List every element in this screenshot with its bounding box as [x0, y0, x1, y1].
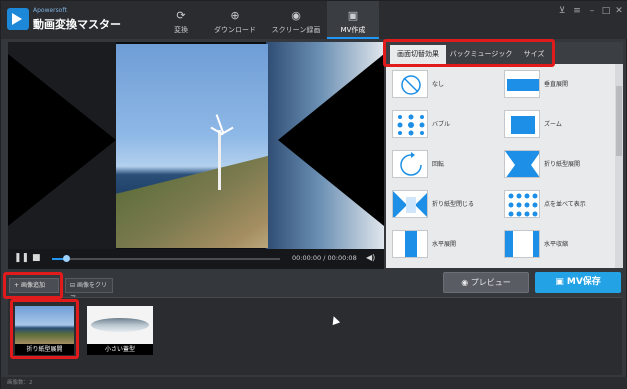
effect-bubble[interactable]: バブル	[386, 106, 496, 144]
highlight-box-add	[3, 272, 63, 299]
vertical-open-icon	[504, 70, 540, 98]
tab-screen-record[interactable]: ◉ スクリーン録画	[266, 1, 326, 39]
tab-convert[interactable]: ⟳ 変換	[161, 1, 201, 39]
scrollbar-thumb[interactable]	[616, 86, 622, 156]
close-icon[interactable]: ✕	[612, 5, 626, 17]
player-controls: ❚❚ ■ 00:00:00 / 00:00:08 ◀)	[8, 249, 384, 269]
effect-label: 折り紙型展開	[544, 161, 581, 168]
app-window: Apowersoft 動画変換マスター ⟳ 変換 ⊕ ダウンロード ◉ スクリー…	[0, 0, 627, 389]
tab-screen-record-label: スクリーン録画	[271, 26, 321, 34]
dot-display-icon	[504, 190, 540, 218]
tab-convert-label: 変換	[174, 26, 188, 34]
preview-label: プレビュー	[470, 278, 511, 287]
save-icon: ▣	[555, 277, 567, 287]
effect-origami-open[interactable]: 折り紙型展開	[498, 146, 608, 184]
origami-right-shape	[278, 54, 384, 226]
title-bar: Apowersoft 動画変換マスター ⟳ 変換 ⊕ ダウンロード ◉ スクリー…	[1, 1, 627, 39]
tab-download-label: ダウンロード	[214, 26, 256, 34]
seek-bar[interactable]	[52, 255, 280, 262]
tab-mv-create[interactable]: ▣ MV作成	[327, 1, 379, 39]
video-preview[interactable]	[8, 42, 384, 249]
tab-mv-create-label: MV作成	[340, 26, 366, 34]
brand-name: Apowersoft	[33, 7, 67, 14]
origami-open-icon	[504, 150, 540, 178]
none-effect-icon	[392, 70, 428, 98]
save-mv-button[interactable]: ▣ MV保存	[535, 272, 621, 293]
clip-thumbnail	[87, 306, 153, 344]
minimize-icon[interactable]: –	[585, 5, 599, 17]
clip-item[interactable]: 小さい蓋型	[87, 306, 153, 356]
effect-label: 折り紙型閉じる	[432, 201, 475, 208]
effect-label: 水平収縮	[544, 241, 569, 248]
effect-label: なし	[432, 81, 445, 88]
eye-icon: ◉	[461, 278, 471, 287]
effect-horizontal-shrink[interactable]: 水平収縮	[498, 226, 608, 264]
download-icon: ⊕	[230, 9, 240, 22]
horizontal-shrink-icon	[504, 230, 540, 258]
bubble-icon	[392, 110, 428, 138]
effect-label: 回転	[432, 161, 445, 168]
app-logo-icon	[7, 8, 29, 30]
effects-panel: 画面切替効果 バックミュージック サイズ なし 垂直展開 バブル ズーム 回転 …	[386, 42, 623, 268]
maximize-icon[interactable]: □	[599, 5, 613, 17]
effect-more-2[interactable]	[498, 264, 608, 268]
cart-icon[interactable]: ⊻	[555, 5, 569, 17]
zoom-icon	[504, 110, 540, 138]
origami-left-shape	[8, 54, 116, 226]
save-label: MV保存	[566, 277, 601, 287]
app-title: 動画変換マスター	[33, 18, 121, 31]
effects-scrollbar[interactable]	[615, 64, 623, 268]
highlight-box-clip	[10, 299, 79, 359]
highlight-box-tabs	[383, 39, 555, 67]
tab-download[interactable]: ⊕ ダウンロード	[209, 1, 261, 39]
volume-icon[interactable]: ◀)	[366, 253, 375, 262]
effects-grid: なし 垂直展開 バブル ズーム 回転 折り紙型展開 折り紙型閉じる 点を並べて表…	[386, 64, 615, 268]
clip-caption: 小さい蓋型	[87, 344, 153, 355]
effect-more-1[interactable]	[386, 264, 496, 268]
effect-none[interactable]: なし	[386, 66, 496, 104]
record-icon: ◉	[291, 9, 301, 22]
menu-icon[interactable]: ≡	[570, 5, 584, 17]
effect-vertical-open[interactable]: 垂直展開	[498, 66, 608, 104]
rotate-icon	[392, 150, 428, 178]
video-frame-image	[116, 44, 268, 248]
clear-icon: ⊟	[70, 282, 77, 289]
effect-dot-display[interactable]: 点を並べて表示	[498, 186, 608, 224]
effect-label: 点を並べて表示	[544, 201, 586, 208]
refresh-icon: ⟳	[176, 9, 186, 22]
tv-icon: ▣	[347, 9, 359, 22]
stop-icon[interactable]: ■	[32, 253, 41, 263]
effect-label: バブル	[432, 121, 451, 128]
effect-horizontal-open[interactable]: 水平展開	[386, 226, 496, 264]
effect-label: 水平展開	[432, 241, 457, 248]
time-display: 00:00:00 / 00:00:08	[292, 254, 357, 262]
status-bar: 画像数：2	[1, 377, 627, 389]
effect-origami-close[interactable]: 折り紙型閉じる	[386, 186, 496, 224]
horizontal-open-icon	[392, 230, 428, 258]
clear-image-button[interactable]: ⊟ 画像をクリア	[65, 278, 113, 302]
origami-close-icon	[392, 190, 428, 218]
effect-label: ズーム	[544, 121, 562, 128]
pause-icon[interactable]: ❚❚	[14, 253, 29, 263]
effect-rotate[interactable]: 回転	[386, 146, 496, 184]
effect-label: 垂直展開	[544, 81, 569, 88]
seek-handle[interactable]	[62, 255, 70, 262]
effect-zoom[interactable]: ズーム	[498, 106, 608, 144]
preview-button[interactable]: ◉ プレビュー	[443, 272, 529, 293]
